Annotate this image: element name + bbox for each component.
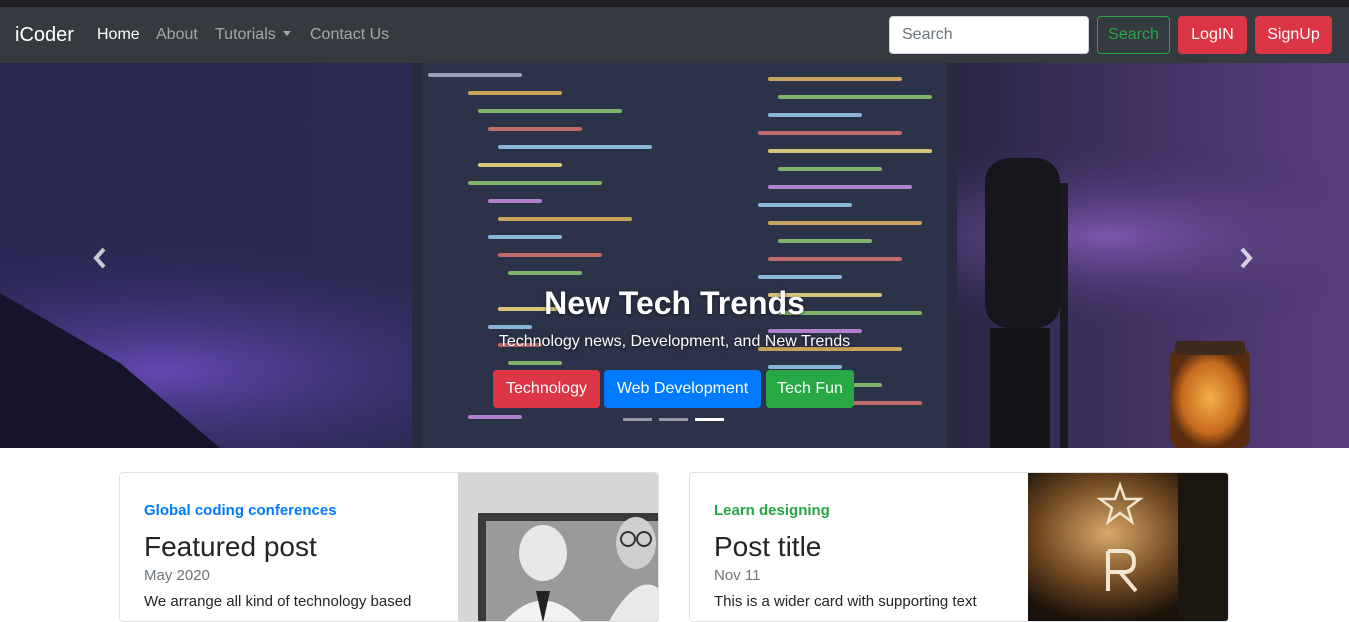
carousel-prev-icon[interactable] — [85, 243, 115, 273]
hero-carousel: New Tech Trends Technology news, Develop… — [0, 63, 1349, 448]
window-top-strip — [0, 0, 1349, 7]
carousel-indicator-1[interactable] — [623, 418, 652, 421]
card-date: May 2020 — [144, 567, 210, 584]
nav-link-contact[interactable]: Contact Us — [310, 26, 389, 44]
signup-button[interactable]: SignUp — [1255, 16, 1332, 54]
caret-down-icon — [282, 31, 291, 36]
card-category[interactable]: Global coding conferences — [144, 502, 337, 519]
search-button[interactable]: Search — [1097, 16, 1170, 54]
carousel-caption-title: New Tech Trends — [544, 285, 805, 321]
carousel-next-icon[interactable] — [1231, 243, 1261, 273]
featured-post-card: Global coding conferences Featured post … — [119, 472, 659, 622]
card-date: Nov 11 — [714, 567, 761, 584]
card-title: Featured post — [144, 531, 317, 562]
card-category[interactable]: Learn designing — [714, 502, 830, 519]
card-thumbnail-image — [1028, 473, 1228, 621]
login-button[interactable]: LogIN — [1178, 16, 1247, 54]
carousel-indicator-2[interactable] — [659, 418, 688, 421]
nav-link-about[interactable]: About — [156, 26, 198, 44]
card-thumbnail-image — [458, 473, 658, 621]
search-input[interactable] — [889, 16, 1089, 54]
tech-fun-button[interactable]: Tech Fun — [766, 370, 854, 408]
carousel-caption-subtitle: Technology news, Development, and New Tr… — [498, 333, 851, 350]
carousel-indicator-3-active[interactable] — [695, 418, 724, 421]
technology-button[interactable]: Technology — [493, 370, 600, 408]
card-text: This is a wider card with supporting tex… — [714, 593, 977, 610]
card-text: We arrange all kind of technology based — [144, 593, 412, 610]
post-card: Learn designing Post title Nov 11 This i… — [689, 472, 1229, 622]
brand-logo[interactable]: iCoder — [15, 24, 74, 47]
web-development-button[interactable]: Web Development — [604, 370, 761, 408]
nav-link-home[interactable]: Home — [97, 26, 140, 44]
navbar: iCoder Home About Tutorials Contact Us S… — [0, 7, 1349, 63]
card-title: Post title — [714, 531, 822, 562]
nav-dropdown-tutorials-label: Tutorials — [215, 26, 276, 43]
nav-dropdown-tutorials[interactable]: Tutorials — [215, 26, 291, 44]
